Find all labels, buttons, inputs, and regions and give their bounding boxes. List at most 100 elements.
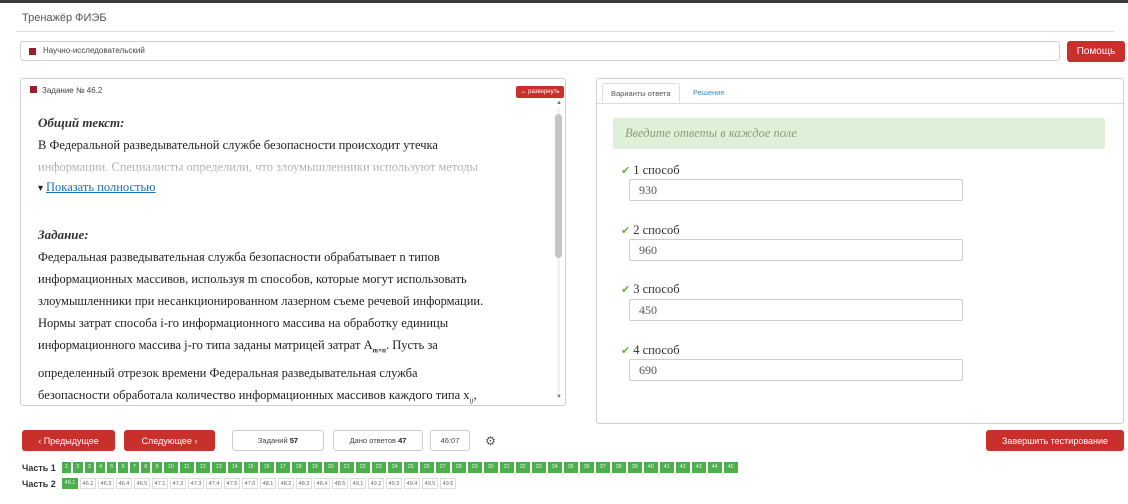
question-link-part2[interactable]: 46.2 bbox=[80, 478, 96, 489]
next-button[interactable]: Следующее › bbox=[124, 430, 215, 451]
question-link-part1[interactable]: 6 bbox=[118, 462, 128, 473]
question-link-part1[interactable]: 1 bbox=[62, 462, 72, 473]
question-link-part1[interactable]: 30 bbox=[483, 462, 498, 473]
question-link-part2[interactable]: 49.3 bbox=[386, 478, 402, 489]
task-panel: Задание № 46.2 ↔ развернуть Общий текст:… bbox=[20, 78, 566, 406]
question-link-part1[interactable]: 40 bbox=[643, 462, 658, 473]
task-line: Нормы затрат способа i-го информационног… bbox=[38, 316, 449, 330]
question-link-part1[interactable]: 26 bbox=[419, 462, 434, 473]
question-link-part2[interactable]: 46.3 bbox=[98, 478, 114, 489]
expand-button[interactable]: ↔ развернуть bbox=[516, 86, 564, 98]
task-scrollbar[interactable]: ▲ ▼ bbox=[555, 100, 562, 402]
settings-icon[interactable]: ⚙ bbox=[480, 430, 501, 451]
question-link-part1[interactable]: 10 bbox=[163, 462, 178, 473]
help-button[interactable]: Помощь bbox=[1067, 41, 1125, 62]
question-link-part1[interactable]: 23 bbox=[371, 462, 386, 473]
tasks-counter: Заданий 57 bbox=[232, 430, 324, 451]
question-link-part1[interactable]: 16 bbox=[259, 462, 274, 473]
question-link-part1[interactable]: 12 bbox=[195, 462, 210, 473]
question-link-part1[interactable]: 8 bbox=[141, 462, 151, 473]
question-link-part2[interactable]: 48.3 bbox=[296, 478, 312, 489]
question-link-part1[interactable]: 34 bbox=[547, 462, 562, 473]
task-body: Общий текст: В Федеральной разведыватель… bbox=[38, 112, 560, 405]
question-link-part1[interactable]: 28 bbox=[451, 462, 466, 473]
tab-answer-options[interactable]: Варианты ответа bbox=[602, 83, 680, 103]
question-link-part1[interactable]: 17 bbox=[275, 462, 290, 473]
question-link-part1[interactable]: 42 bbox=[675, 462, 690, 473]
question-link-part1[interactable]: 15 bbox=[243, 462, 258, 473]
answer-input-3[interactable] bbox=[629, 299, 963, 321]
question-link-part1[interactable]: 21 bbox=[339, 462, 354, 473]
question-link-part1[interactable]: 5 bbox=[107, 462, 117, 473]
show-more-row: ▾ Показать полностью bbox=[38, 176, 560, 200]
check-icon: ✔ bbox=[621, 165, 631, 177]
question-link-part2[interactable]: 47.6 bbox=[242, 478, 258, 489]
question-link-part2[interactable]: 49.4 bbox=[404, 478, 420, 489]
task-line: Федеральная разведывательная служба безо… bbox=[38, 250, 440, 264]
scroll-down-icon[interactable]: ▼ bbox=[556, 394, 562, 400]
question-link-part2[interactable]: 49.1 bbox=[350, 478, 366, 489]
question-link-part1[interactable]: 3 bbox=[84, 462, 94, 473]
question-link-part1[interactable]: 25 bbox=[403, 462, 418, 473]
top-border bbox=[0, 0, 1128, 3]
question-link-part1[interactable]: 33 bbox=[531, 462, 546, 473]
question-link-part1[interactable]: 27 bbox=[435, 462, 450, 473]
question-link-part1[interactable]: 18 bbox=[291, 462, 306, 473]
direction-bar: Научно-исследовательский bbox=[20, 41, 1060, 61]
app-title: Тренажёр ФИЭБ bbox=[22, 12, 107, 24]
answer-input-4[interactable] bbox=[629, 359, 963, 381]
show-more-link[interactable]: Показать полностью bbox=[46, 180, 155, 194]
question-link-part1[interactable]: 24 bbox=[387, 462, 402, 473]
question-link-part2[interactable]: 49.2 bbox=[368, 478, 384, 489]
question-link-part2[interactable]: 49.6 bbox=[440, 478, 456, 489]
question-link-part1[interactable]: 4 bbox=[95, 462, 106, 473]
bullet-square-icon bbox=[29, 48, 36, 55]
question-link-part2[interactable]: 48.5 bbox=[332, 478, 348, 489]
question-link-part1[interactable]: 36 bbox=[579, 462, 594, 473]
question-link-part1[interactable]: 11 bbox=[179, 462, 194, 473]
question-link-part2[interactable]: 48.2 bbox=[278, 478, 294, 489]
question-link-part1[interactable]: 20 bbox=[323, 462, 338, 473]
question-link-part1[interactable]: 45 bbox=[723, 462, 738, 473]
question-link-part2[interactable]: 47.2 bbox=[170, 478, 186, 489]
answer-input-2[interactable] bbox=[629, 239, 963, 261]
question-link-part1[interactable]: 14 bbox=[227, 462, 242, 473]
chevron-down-icon: ▾ bbox=[38, 183, 44, 194]
question-link-part2[interactable]: 47.4 bbox=[206, 478, 222, 489]
finish-test-button[interactable]: Завершить тестирование bbox=[986, 430, 1124, 451]
question-link-part1[interactable]: 31 bbox=[499, 462, 514, 473]
question-link-part1[interactable]: 43 bbox=[691, 462, 706, 473]
question-link-part1[interactable]: 2 bbox=[73, 462, 83, 473]
question-link-part2[interactable]: 48.4 bbox=[314, 478, 330, 489]
question-link-part1[interactable]: 44 bbox=[707, 462, 722, 473]
answer-label-4: ✔ 4 способ bbox=[621, 343, 680, 357]
question-link-part1[interactable]: 37 bbox=[595, 462, 610, 473]
question-link-part2[interactable]: 47.5 bbox=[224, 478, 240, 489]
tab-solution[interactable]: Решение bbox=[685, 83, 733, 103]
question-link-part1[interactable]: 9 bbox=[152, 462, 162, 473]
question-link-part1[interactable]: 29 bbox=[467, 462, 482, 473]
scroll-up-icon[interactable]: ▲ bbox=[556, 100, 562, 106]
answer-label-2: ✔ 2 способ bbox=[621, 223, 680, 237]
question-link-part2[interactable]: 49.5 bbox=[422, 478, 438, 489]
answer-input-1[interactable] bbox=[629, 179, 963, 201]
question-link-part1[interactable]: 35 bbox=[563, 462, 578, 473]
question-link-part1[interactable]: 7 bbox=[129, 462, 140, 473]
question-link-part1[interactable]: 41 bbox=[659, 462, 674, 473]
question-link-part1[interactable]: 19 bbox=[307, 462, 322, 473]
question-link-part1[interactable]: 39 bbox=[627, 462, 642, 473]
scroll-thumb[interactable] bbox=[555, 114, 562, 258]
question-link-part2[interactable]: 46.4 bbox=[116, 478, 132, 489]
question-link-part2[interactable]: 46.5 bbox=[134, 478, 150, 489]
question-link-part1[interactable]: 38 bbox=[611, 462, 626, 473]
question-link-part2[interactable]: 46.1 bbox=[62, 478, 78, 489]
task-line: злоумышленники при несанкционированном л… bbox=[38, 294, 484, 308]
question-link-part1[interactable]: 32 bbox=[515, 462, 530, 473]
question-link-part2[interactable]: 47.3 bbox=[188, 478, 204, 489]
answer-label-1: ✔ 1 способ bbox=[621, 163, 680, 177]
prev-button[interactable]: ‹ Предыдущее bbox=[22, 430, 115, 451]
question-link-part2[interactable]: 47.1 bbox=[152, 478, 168, 489]
question-link-part2[interactable]: 48.1 bbox=[260, 478, 276, 489]
question-link-part1[interactable]: 13 bbox=[211, 462, 226, 473]
question-link-part1[interactable]: 22 bbox=[355, 462, 370, 473]
